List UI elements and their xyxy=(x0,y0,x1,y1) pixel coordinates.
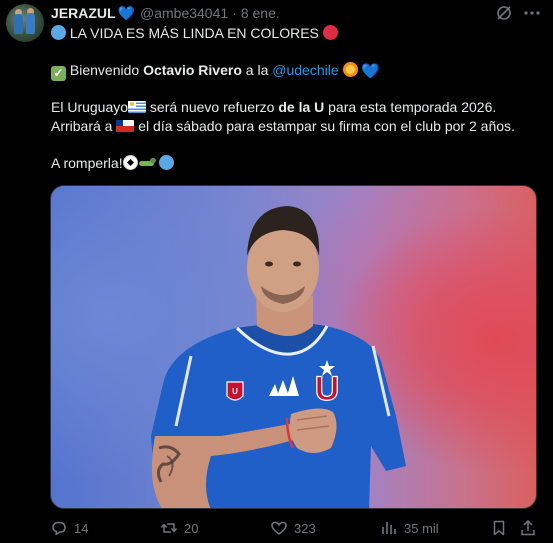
player-name: Octavio Rivero xyxy=(143,62,242,78)
refuerzo-text: será nuevo refuerzo xyxy=(146,99,279,115)
udechile-mention-link[interactable]: @udechile xyxy=(272,62,338,78)
soccer-ball-icon xyxy=(122,155,138,170)
lion-icon xyxy=(342,62,358,77)
blue-circle-icon xyxy=(51,25,66,40)
lizard-icon xyxy=(138,157,156,169)
views-button[interactable]: 35 mil xyxy=(380,519,439,537)
tweet[interactable]: JERAZUL 💙 @ambe34041 · 8 ene. LA VIDA ES… xyxy=(0,0,553,543)
blue-circle-icon xyxy=(159,155,175,170)
avatar[interactable] xyxy=(6,4,44,42)
tweet-line-1: LA VIDA ES MÁS LINDA EN COLORES xyxy=(51,24,338,42)
tweet-line-5: A romperla! xyxy=(51,154,175,172)
temporada-text: para esta temporada 2026. xyxy=(324,99,497,115)
bookmark-button[interactable] xyxy=(490,519,508,537)
uruguay-flag-icon xyxy=(128,101,147,113)
analytics-icon xyxy=(382,522,396,534)
arribara-text: Arribará a xyxy=(51,118,117,134)
reply-button[interactable]: 14 xyxy=(50,519,88,537)
like-button[interactable]: 323 xyxy=(270,519,316,537)
author-handle[interactable]: @ambe34041 xyxy=(140,5,228,21)
tweet-headline: LA VIDA ES MÁS LINDA EN COLORES xyxy=(69,25,319,41)
firma-text: el día sábado para estampar su firma con… xyxy=(134,118,515,134)
repost-count: 20 xyxy=(184,520,199,536)
welcome-prefix: Bienvenido xyxy=(69,62,144,78)
repost-icon xyxy=(160,523,178,533)
blue-heart-icon: 💙 xyxy=(361,63,381,80)
views-count: 35 mil xyxy=(404,520,439,536)
player-photo: U U xyxy=(151,206,406,508)
share-button[interactable] xyxy=(519,519,537,537)
separator-dot: · xyxy=(232,5,237,21)
tweet-line-4: Arribará a el día sábado para estampar s… xyxy=(51,117,515,135)
romperla-text: A romperla! xyxy=(51,155,123,171)
uruguayo-text: El Uruguayo xyxy=(51,99,129,115)
tweet-date[interactable]: 8 ene. xyxy=(241,5,280,21)
tweet-line-3: El Uruguayo será nuevo refuerzo de la U … xyxy=(51,98,496,116)
reply-count: 14 xyxy=(74,520,89,536)
tweet-header: JERAZUL 💙 @ambe34041 · 8 ene. xyxy=(51,3,280,23)
tweet-line-2: ✓ Bienvenido Octavio Rivero a la @udechi… xyxy=(51,61,380,81)
svg-text:U: U xyxy=(232,387,238,396)
tweet-media-image[interactable]: U U xyxy=(50,185,537,509)
grok-icon[interactable] xyxy=(496,5,512,21)
heart-icon xyxy=(271,521,287,535)
more-options-icon[interactable] xyxy=(523,5,541,21)
red-circle-icon xyxy=(322,25,338,40)
like-count: 323 xyxy=(294,520,316,536)
tweet-actions: 14 20 323 35 mil xyxy=(0,519,553,541)
bookmark-icon xyxy=(493,520,505,536)
share-icon xyxy=(521,519,535,536)
author-name[interactable]: JERAZUL xyxy=(51,5,116,21)
chile-flag-icon xyxy=(116,120,135,132)
blue-heart-icon: 💙 xyxy=(117,4,135,21)
check-mark-icon: ✓ xyxy=(51,66,66,81)
de-la-u-text: de la U xyxy=(278,99,325,115)
jersey-u-letter: U xyxy=(315,370,340,408)
repost-button[interactable]: 20 xyxy=(160,519,198,537)
reply-icon xyxy=(52,521,66,536)
welcome-middle: a la xyxy=(241,62,273,78)
